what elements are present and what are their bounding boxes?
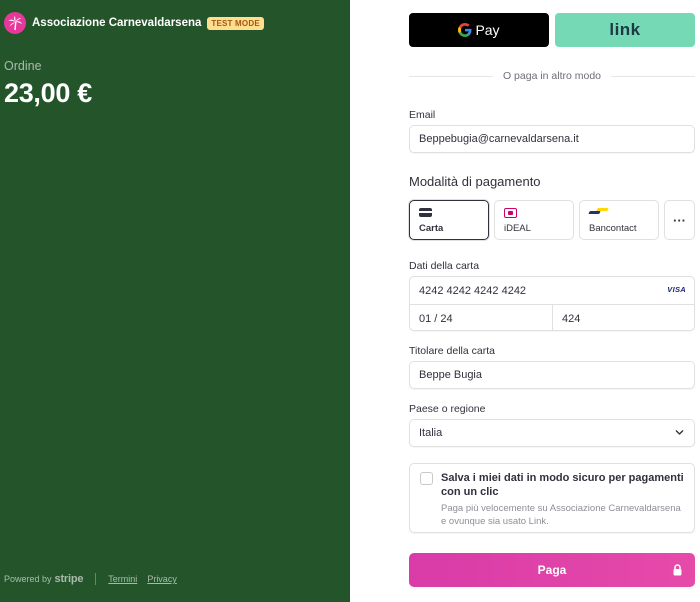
payment-method-card[interactable]: Carta xyxy=(409,200,489,240)
more-methods-button[interactable]: ··· xyxy=(664,200,695,240)
chevron-down-icon xyxy=(675,430,684,435)
card-details-label: Dati della carta xyxy=(409,260,480,272)
card-details-group: 4242 4242 4242 4242 VISA 01 / 24 424 xyxy=(409,276,695,331)
google-pay-button[interactable]: Pay xyxy=(409,13,549,47)
save-info-description: Paga più velocemente su Associazione Car… xyxy=(441,503,681,527)
payment-method-label: Carta xyxy=(419,223,444,234)
cardholder-value: Beppe Bugia xyxy=(419,369,482,381)
payment-method-label: iDEAL xyxy=(504,223,531,234)
merchant-name: Associazione Carnevaldarsena xyxy=(32,17,202,29)
ideal-icon xyxy=(504,208,517,218)
credit-card-icon xyxy=(419,208,432,217)
or-divider: O paga in altro modo xyxy=(409,69,695,83)
merchant-header[interactable]: Associazione Carnevaldarsena TEST MODE xyxy=(4,12,264,34)
divider-line xyxy=(409,75,493,77)
payment-method-ideal[interactable]: iDEAL xyxy=(494,200,574,240)
divider-line xyxy=(611,75,695,77)
country-value: Italia xyxy=(419,427,443,439)
link-label: link xyxy=(609,20,641,39)
payment-method-bancontact[interactable]: Bancontact xyxy=(579,200,659,240)
stripe-logo[interactable]: stripe xyxy=(55,573,84,585)
lock-icon xyxy=(673,564,682,576)
save-info-checkbox[interactable] xyxy=(420,472,433,485)
payment-form-panel: Pay link O paga in altro modo Email Bepp… xyxy=(350,0,700,602)
payment-method-label: Bancontact xyxy=(589,223,637,234)
email-field[interactable]: Beppebugia@carnevaldarsena.it xyxy=(409,125,695,153)
link-button[interactable]: link xyxy=(555,13,695,47)
order-label: Ordine xyxy=(4,59,42,73)
test-mode-badge: TEST MODE xyxy=(207,16,264,30)
country-label: Paese o regione xyxy=(409,403,486,415)
privacy-link[interactable]: Privacy xyxy=(147,574,177,584)
card-expiry-field[interactable]: 01 / 24 xyxy=(419,305,453,332)
save-info-box: Salva i miei dati in modo sicuro per pag… xyxy=(409,463,695,533)
card-expiry-value: 01 / 24 xyxy=(419,312,453,325)
google-g-icon xyxy=(458,22,472,39)
country-select[interactable]: Italia xyxy=(409,419,695,447)
google-pay-label: Pay xyxy=(475,22,500,38)
more-icon: ··· xyxy=(673,212,686,228)
save-info-title: Salva i miei dati in modo sicuro per pag… xyxy=(441,472,684,498)
card-number-field[interactable]: 4242 4242 4242 4242 xyxy=(419,277,526,304)
footer-separator xyxy=(95,573,97,585)
pay-button-label: Paga xyxy=(537,563,567,577)
bancontact-icon xyxy=(588,208,609,218)
visa-icon: VISA xyxy=(667,285,686,294)
footer: Powered by stripe Termini Privacy xyxy=(4,573,177,585)
card-cvc-field[interactable]: 424 xyxy=(562,305,580,332)
cardholder-field[interactable]: Beppe Bugia xyxy=(409,361,695,389)
payment-method-title: Modalità di pagamento xyxy=(409,174,541,189)
email-value: Beppebugia@carnevaldarsena.it xyxy=(419,133,579,145)
email-label: Email xyxy=(409,109,436,121)
powered-by-text: Powered by xyxy=(4,574,52,584)
cardholder-label: Titolare della carta xyxy=(409,345,495,357)
palm-tree-icon xyxy=(4,12,26,34)
order-summary-panel: Associazione Carnevaldarsena TEST MODE O… xyxy=(0,0,350,602)
card-divider xyxy=(552,304,553,330)
card-number-value: 4242 4242 4242 4242 xyxy=(419,284,527,297)
card-cvc-value: 424 xyxy=(562,312,581,325)
terms-link[interactable]: Termini xyxy=(108,574,137,584)
order-amount: 23,00 € xyxy=(4,78,92,108)
pay-button[interactable]: Paga xyxy=(409,553,695,587)
divider-text: O paga in altro modo xyxy=(502,70,602,82)
